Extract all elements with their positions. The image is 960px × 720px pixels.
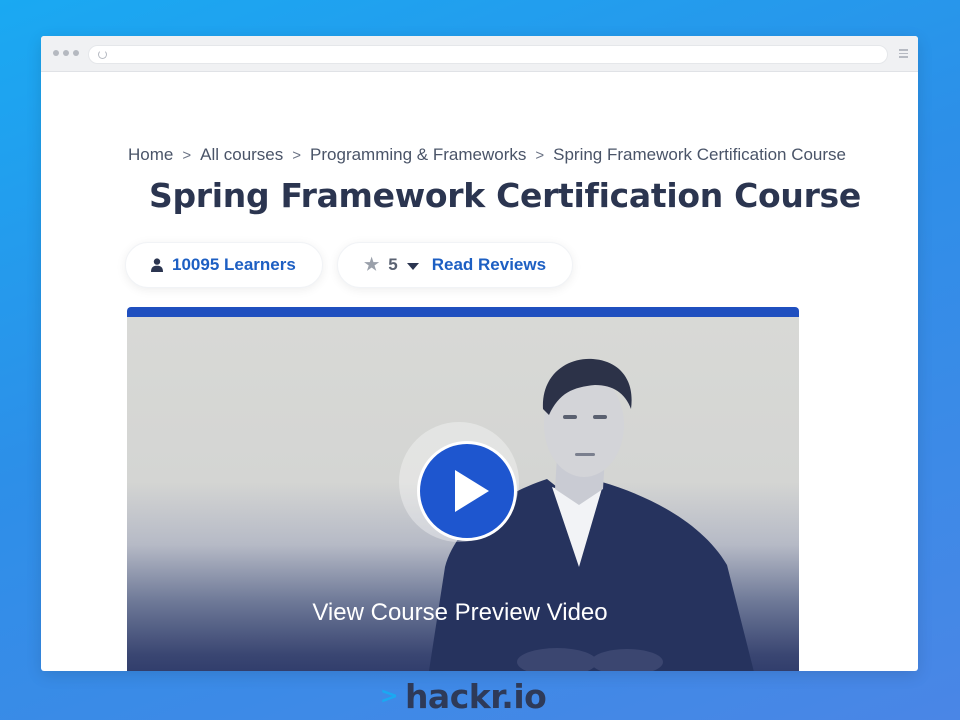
breadcrumb-all-courses[interactable]: All courses [200, 145, 283, 164]
breadcrumb-separator: > [182, 147, 192, 164]
star-icon: ★ [364, 255, 380, 274]
page-content: Home > All courses > Programming & Framework… [41, 72, 918, 671]
brand-wordmark: hackr.io [404, 676, 547, 716]
breadcrumb-current: Spring Framework Certification Course [553, 145, 847, 164]
browser-toolbar [41, 36, 918, 72]
user-icon [151, 258, 163, 272]
breadcrumb-separator: > [535, 147, 545, 164]
chevron-right-icon: > [380, 683, 398, 709]
window-dot-close[interactable] [53, 50, 59, 56]
breadcrumb-separator: > [292, 147, 302, 164]
reload-icon[interactable] [98, 50, 107, 59]
window-dot-maximize[interactable] [73, 50, 79, 56]
breadcrumb-home[interactable]: Home [128, 145, 173, 164]
course-preview-video[interactable]: View Course Preview Video [127, 307, 799, 671]
read-reviews-link[interactable]: Read Reviews [432, 255, 546, 275]
caret-down-icon[interactable] [406, 262, 419, 270]
page-title: Spring Framework Certification Course [149, 176, 861, 215]
rating-pill: ★ 5 Read Reviews [337, 242, 573, 288]
play-icon [454, 470, 489, 512]
hamburger-icon[interactable] [899, 49, 908, 60]
learners-pill: 10095 Learners [125, 242, 323, 288]
window-dot-minimize[interactable] [63, 50, 69, 56]
video-caption[interactable]: View Course Preview Video [127, 599, 799, 627]
browser-window: Home > All courses > Programming & Framework… [41, 36, 918, 671]
hackr-logo: > hackr.io [380, 675, 547, 717]
breadcrumb: Home > All courses > Programming & Framework… [128, 145, 846, 165]
breadcrumb-category[interactable]: Programming & Frameworks [310, 145, 526, 164]
play-button[interactable] [417, 441, 517, 541]
window-controls [53, 50, 79, 56]
address-bar[interactable] [88, 45, 888, 64]
rating-value: 5 [388, 255, 398, 274]
learners-count[interactable]: 10095 Learners [172, 255, 296, 275]
